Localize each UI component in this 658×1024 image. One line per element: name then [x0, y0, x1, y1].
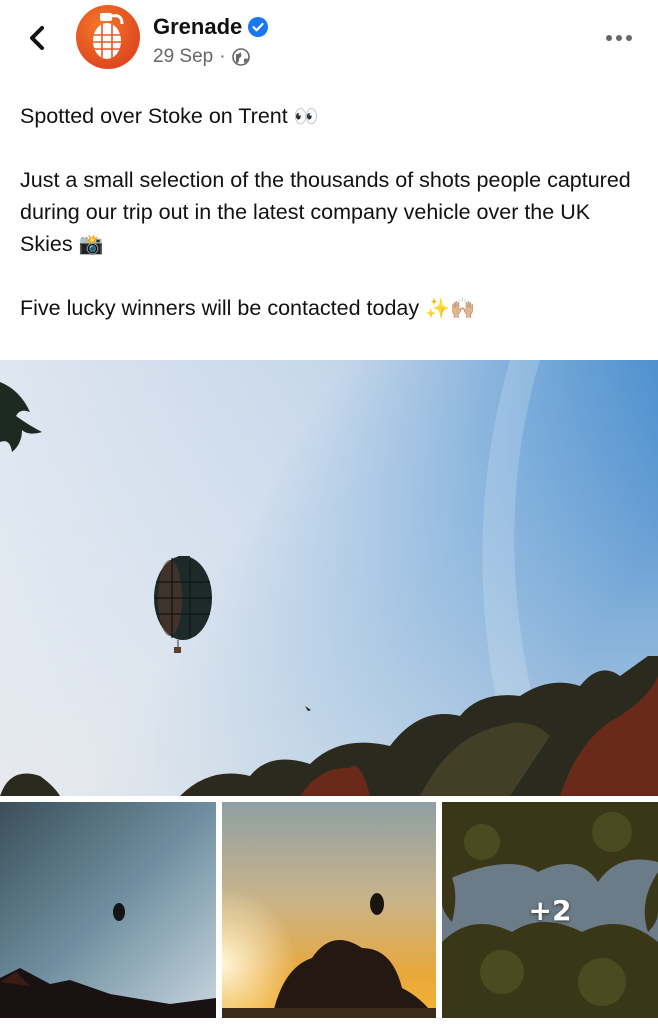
post-text-para3: Five lucky winners will be contacted tod…: [20, 296, 475, 320]
post-text-para2: Just a small selection of the thousands …: [20, 168, 631, 256]
post-date[interactable]: 29 Sep: [153, 46, 213, 68]
gallery-photo-3[interactable]: +2: [442, 802, 658, 1018]
sparkles-hands-emoji: ✨🙌🏼: [425, 296, 475, 320]
more-dots-icon: [606, 35, 632, 41]
page-name[interactable]: Grenade: [153, 14, 242, 40]
main-photo[interactable]: [0, 360, 658, 796]
gallery-photo-1[interactable]: [0, 802, 216, 1018]
back-button[interactable]: [22, 20, 54, 56]
balloon-sky-photo: [0, 360, 658, 796]
chevron-left-icon: [30, 26, 44, 50]
gallery-photo-2[interactable]: [222, 802, 436, 1018]
grenade-logo-icon: [93, 13, 124, 59]
extra-photos-count[interactable]: +2: [442, 802, 658, 1018]
verified-badge-icon: [248, 17, 269, 37]
meta-separator: ·: [219, 46, 226, 67]
eyes-emoji: 👀: [293, 104, 319, 128]
page-avatar[interactable]: [76, 5, 140, 69]
post-text: Spotted over Stoke on Trent 👀 Just a sma…: [20, 100, 640, 324]
globe-icon[interactable]: [231, 48, 250, 66]
balloon-sunset-photo: [222, 802, 436, 1018]
more-options-button[interactable]: [604, 24, 634, 52]
post-meta: 29 Sep ·: [153, 46, 250, 68]
balloon-dusk-photo: [0, 802, 216, 1018]
post-header: Grenade 29 Sep ·: [0, 0, 658, 85]
camera-flash-emoji: 📸: [78, 232, 104, 256]
post-text-line1: Spotted over Stoke on Trent 👀: [20, 104, 319, 128]
